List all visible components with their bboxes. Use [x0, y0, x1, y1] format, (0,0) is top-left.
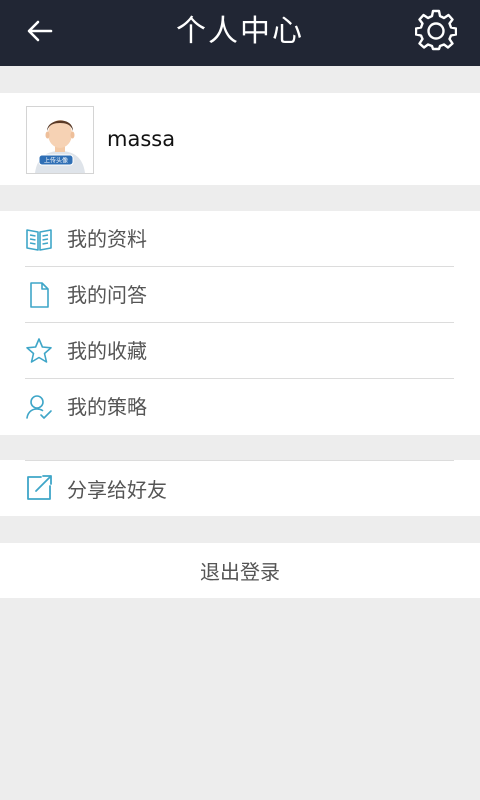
star-icon: [25, 337, 53, 365]
avatar-badge-text: 上传头像: [44, 157, 68, 165]
settings-button[interactable]: [412, 8, 460, 56]
menu-item-label: 我的问答: [67, 283, 147, 307]
menu-item-qa[interactable]: 我的问答: [0, 267, 480, 323]
menu-list: 我的资料 我的问答 我的收藏 我的策略: [0, 211, 480, 435]
open-book-icon: [25, 225, 53, 253]
menu-item-label: 我的资料: [67, 227, 147, 251]
top-nav-bar: 个人中心: [0, 0, 480, 66]
share-button[interactable]: 分享给好友: [0, 460, 480, 516]
document-icon: [25, 281, 53, 309]
username: massa: [107, 127, 176, 151]
page-title: 个人中心: [176, 14, 304, 49]
menu-item-label: 我的收藏: [67, 339, 147, 363]
menu-item-label: 我的策略: [67, 395, 147, 419]
gear-icon: [414, 9, 458, 55]
avatar[interactable]: 上传头像: [26, 106, 94, 174]
share-label: 分享给好友: [67, 478, 167, 502]
share-external-icon: [25, 474, 53, 502]
logout-button[interactable]: 退出登录: [0, 543, 480, 598]
profile-card[interactable]: 上传头像 massa: [0, 93, 480, 185]
menu-item-favorites[interactable]: 我的收藏: [0, 323, 480, 379]
menu-item-strategy[interactable]: 我的策略: [0, 379, 480, 435]
user-check-icon: [25, 393, 53, 421]
menu-item-profile-info[interactable]: 我的资料: [0, 211, 480, 267]
